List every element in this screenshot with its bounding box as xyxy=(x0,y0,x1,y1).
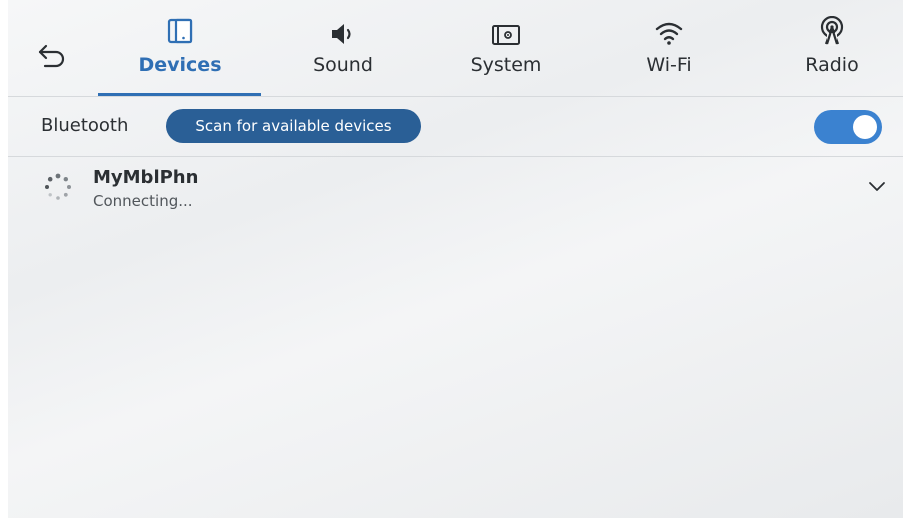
tab-radio[interactable]: Radio xyxy=(752,14,903,94)
phone-icon xyxy=(167,18,193,44)
radio-antenna-icon xyxy=(820,16,844,46)
wifi-icon xyxy=(655,22,683,45)
tab-label: Devices xyxy=(138,54,222,76)
settings-screen: Devices Sound System Wi-Fi Radio Bluetoo… xyxy=(8,0,903,518)
bluetooth-toggle[interactable] xyxy=(814,110,882,144)
bluetooth-label: Bluetooth xyxy=(41,115,129,136)
tab-label: Wi-Fi xyxy=(646,54,692,76)
scan-devices-button[interactable]: Scan for available devices xyxy=(166,109,421,143)
tab-label: Radio xyxy=(805,54,859,76)
speaker-icon xyxy=(332,24,351,44)
back-button[interactable] xyxy=(32,36,72,76)
tab-wifi[interactable]: Wi-Fi xyxy=(589,14,749,94)
back-arrow-icon xyxy=(38,44,65,68)
top-navigation: Devices Sound System Wi-Fi Radio xyxy=(8,0,903,97)
toggle-knob xyxy=(853,115,877,139)
device-status: Connecting... xyxy=(93,192,193,210)
device-list-item[interactable]: MyMblPhn Connecting... xyxy=(8,157,903,221)
tab-label: System xyxy=(470,54,542,76)
device-name: MyMblPhn xyxy=(93,167,199,188)
tab-label: Sound xyxy=(313,54,373,76)
system-icon xyxy=(492,25,520,45)
tab-devices[interactable]: Devices xyxy=(100,14,260,94)
loading-spinner-icon xyxy=(45,173,71,200)
chevron-down-icon[interactable] xyxy=(868,181,886,193)
tab-sound[interactable]: Sound xyxy=(263,14,423,94)
bluetooth-row: Bluetooth Scan for available devices xyxy=(8,96,903,157)
tab-system[interactable]: System xyxy=(426,14,586,94)
